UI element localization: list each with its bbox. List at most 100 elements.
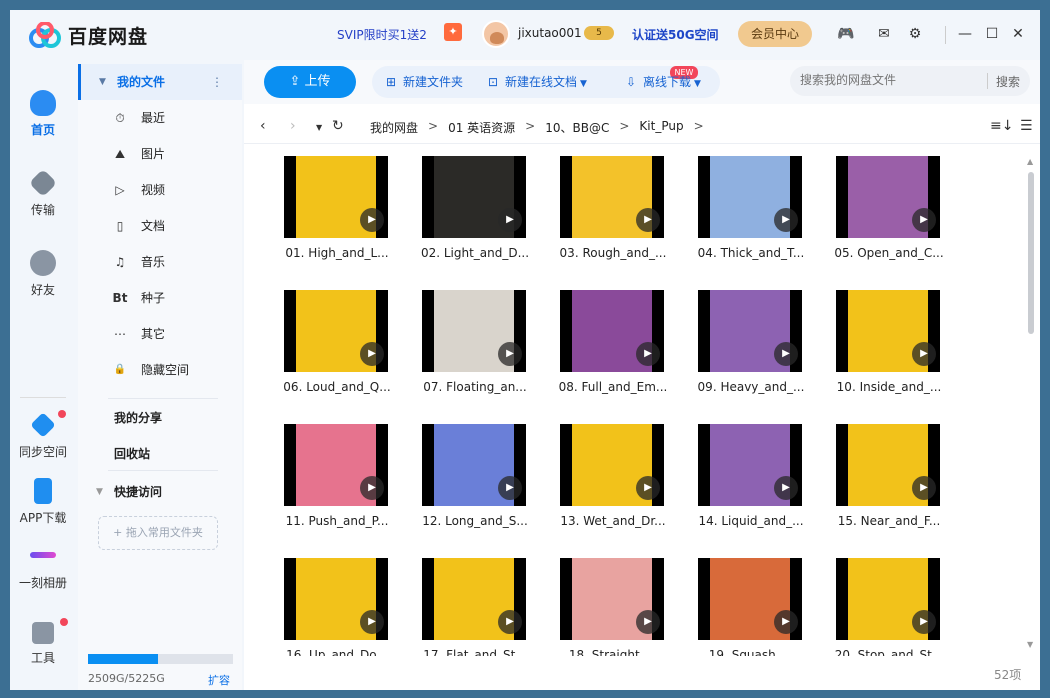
video-thumbnail[interactable]: ▶ [422,156,526,238]
play-icon[interactable]: ▶ [636,610,660,634]
sidebar-item-music[interactable]: ♫ 音乐 [78,244,242,280]
sidebar-item-my-files[interactable]: ▼ 我的文件 ⋮ [78,64,242,100]
sidebar-item-documents[interactable]: ▯ 文档 [78,208,242,244]
video-thumbnail[interactable]: ▶ [698,156,802,238]
play-icon[interactable]: ▶ [360,342,384,366]
scroll-down-icon[interactable]: ▼ [1027,640,1033,649]
scroll-up-icon[interactable]: ▲ [1027,157,1033,166]
sidebar-item-hidden-space[interactable]: 🔒 隐藏空间 [78,352,242,388]
play-icon[interactable]: ▶ [360,476,384,500]
play-icon[interactable]: ▶ [636,476,660,500]
play-icon[interactable]: ▶ [774,610,798,634]
sidebar-item-my-share[interactable]: 我的分享 [78,400,242,436]
drop-folder-zone[interactable]: + 拖入常用文件夹 [98,516,218,550]
video-thumbnail[interactable]: ▶ [698,558,802,640]
file-name[interactable]: 04. Thick_and_T... [688,246,814,260]
video-thumbnail[interactable]: ▶ [284,558,388,640]
video-thumbnail[interactable]: ▶ [284,290,388,372]
maximize-icon[interactable]: ☐ [982,24,1002,44]
video-thumbnail[interactable]: ▶ [698,424,802,506]
nav-item-sync-space[interactable]: 同步空间 [10,412,76,460]
nav-item-app-download[interactable]: APP下载 [10,478,76,526]
video-thumbnail[interactable]: ▶ [836,424,940,506]
video-thumbnail[interactable]: ▶ [836,156,940,238]
video-thumbnail[interactable]: ▶ [560,424,664,506]
svip-promo-link[interactable]: SVIP限时买1送2 [337,26,427,43]
file-name[interactable]: 14. Liquid_and_... [688,514,814,528]
file-name[interactable]: 09. Heavy_and_... [688,380,814,394]
vip-level-badge[interactable]: 5 [584,26,614,40]
file-card[interactable]: ▶ 05. Open_and_C... [826,156,946,280]
file-name[interactable]: 01. High_and_L... [274,246,400,260]
file-card[interactable]: ▶ 07. Floating_an... [412,290,532,414]
file-card[interactable]: ▶ 13. Wet_and_Dr... [550,424,670,548]
close-icon[interactable]: ✕ [1008,24,1028,44]
file-card[interactable]: ▶ 15. Near_and_F... [826,424,946,548]
file-card[interactable]: ▶ 18. Straight_... [550,558,670,656]
vertical-scrollbar[interactable] [1028,172,1034,334]
video-thumbnail[interactable]: ▶ [836,558,940,640]
file-card[interactable]: ▶ 17. Flat_and_St... [412,558,532,656]
file-card[interactable]: ▶ 14. Liquid_and_... [688,424,808,548]
gift-icon[interactable]: ✦ [444,23,462,41]
video-thumbnail[interactable]: ▶ [560,290,664,372]
file-name[interactable]: 08. Full_and_Em... [550,380,676,394]
search-input[interactable] [800,73,980,87]
username[interactable]: jixutao001 [518,26,582,40]
file-card[interactable]: ▶ 01. High_and_L... [274,156,394,280]
video-thumbnail[interactable]: ▶ [422,424,526,506]
play-icon[interactable]: ▶ [498,342,522,366]
sidebar-item-recycle-bin[interactable]: 回收站 [78,436,242,472]
file-card[interactable]: ▶ 10. Inside_and_... [826,290,946,414]
sidebar-item-videos[interactable]: ▷ 视频 [78,172,242,208]
breadcrumb-item[interactable]: 01 英语资源 [448,119,515,136]
file-card[interactable]: ▶ 03. Rough_and_... [550,156,670,280]
forward-icon[interactable]: › [290,118,296,134]
minimize-icon[interactable]: — [955,24,975,44]
file-name[interactable]: 17. Flat_and_St... [412,648,538,656]
file-name[interactable]: 12. Long_and_S... [412,514,538,528]
nav-item-album[interactable]: 一刻相册 [10,544,76,591]
new-folder-button[interactable]: ⊞ 新建文件夹 [384,66,463,98]
file-name[interactable]: 18. Straight_... [550,648,676,656]
video-thumbnail[interactable]: ▶ [422,290,526,372]
file-card[interactable]: ▶ 20. Stop_and_St... [826,558,946,656]
video-thumbnail[interactable]: ▶ [698,290,802,372]
file-card[interactable]: ▶ 12. Long_and_S... [412,424,532,548]
member-center-button[interactable]: 会员中心 [738,21,812,47]
history-dropdown-icon[interactable]: ▼ [316,123,322,132]
play-icon[interactable]: ▶ [912,342,936,366]
video-thumbnail[interactable]: ▶ [836,290,940,372]
search-button[interactable]: 搜索 [996,73,1020,90]
nav-item-friends[interactable]: 好友 [10,250,76,298]
game-icon[interactable]: 🎮 [836,24,856,44]
video-thumbnail[interactable]: ▶ [422,558,526,640]
file-card[interactable]: ▶ 09. Heavy_and_... [688,290,808,414]
file-name[interactable]: 13. Wet_and_Dr... [550,514,676,528]
file-name[interactable]: 03. Rough_and_... [550,246,676,260]
sidebar-item-other[interactable]: ⋯ 其它 [78,316,242,352]
play-icon[interactable]: ▶ [774,476,798,500]
breadcrumb-item[interactable]: Kit_Pup [639,119,683,136]
nav-item-home[interactable]: 首页 [10,90,76,138]
file-name[interactable]: 11. Push_and_P... [274,514,400,528]
play-icon[interactable]: ▶ [912,208,936,232]
mail-icon[interactable]: ✉ [874,24,894,44]
sort-icon[interactable]: ≡↓ [990,118,1013,134]
play-icon[interactable]: ▶ [636,342,660,366]
sidebar-item-quick-access[interactable]: ▼ 快捷访问 [78,474,242,510]
sidebar-item-images[interactable]: ⛰ 图片 [78,136,242,172]
breadcrumb-item[interactable]: 10、BB@C [545,119,609,136]
sidebar-item-recent[interactable]: ⏱ 最近 [78,100,242,136]
sidebar-item-torrents[interactable]: Bt 种子 [78,280,242,316]
play-icon[interactable]: ▶ [912,476,936,500]
file-name[interactable]: 05. Open_and_C... [826,246,952,260]
breadcrumb-item[interactable]: 我的网盘 [370,119,418,136]
more-options-icon[interactable]: ⋮ [211,64,223,100]
verify-link[interactable]: 认证送50G空间 [632,26,719,43]
file-card[interactable]: ▶ 08. Full_and_Em... [550,290,670,414]
play-icon[interactable]: ▶ [498,208,522,232]
file-card[interactable]: ▶ 19. Squash_... [688,558,808,656]
video-thumbnail[interactable]: ▶ [560,156,664,238]
play-icon[interactable]: ▶ [774,342,798,366]
